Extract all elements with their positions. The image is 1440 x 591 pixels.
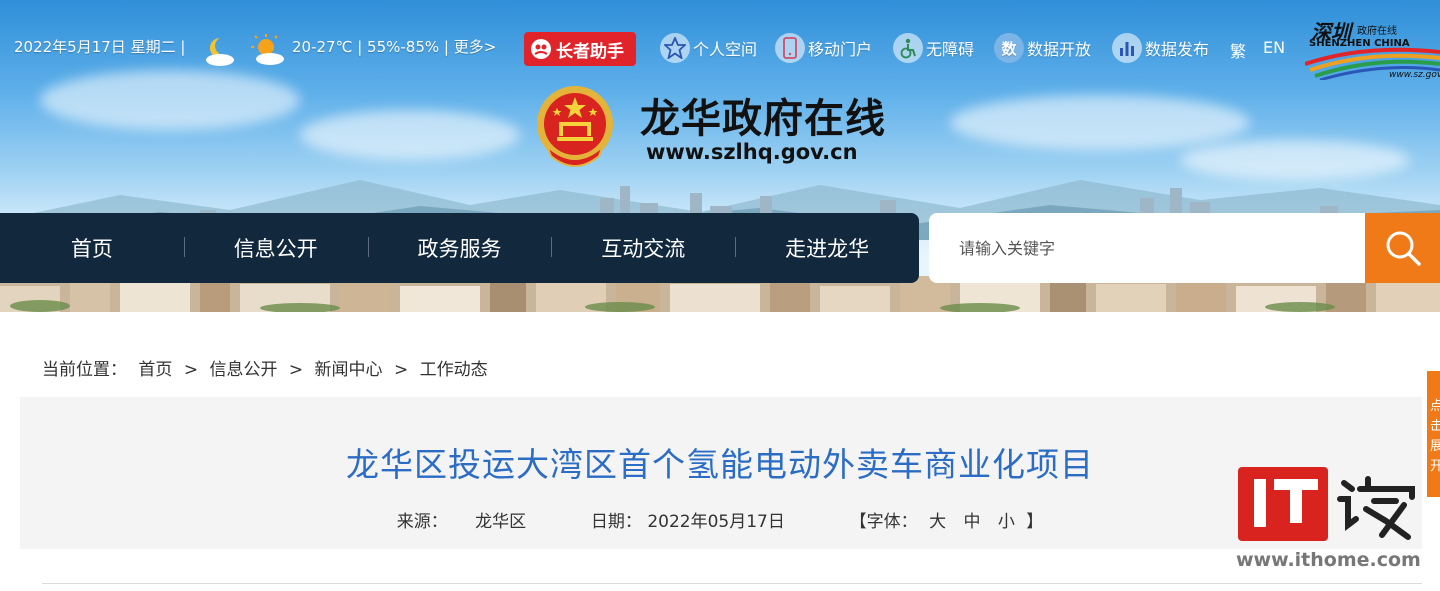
- data-release-icon: [1112, 33, 1142, 63]
- search-icon: [1386, 231, 1421, 266]
- elder-assistant-icon: [531, 39, 551, 59]
- font-size-small-button[interactable]: 小: [998, 512, 1015, 532]
- open-data-link[interactable]: 数 数据开放: [994, 32, 1091, 64]
- shenzhen-government-logo[interactable]: 深圳 政府在线 SHENZHEN CHINA www.sz.gov: [1305, 14, 1440, 84]
- cloud: [950, 95, 1250, 150]
- english-link[interactable]: EN: [1263, 38, 1285, 57]
- mobile-portal-label: 移动门户: [808, 40, 873, 59]
- data-release-link[interactable]: 数据发布: [1112, 32, 1209, 64]
- article-meta: 来源： 龙华区 日期： 2022年05月17日 【字体： 大 中 小 】: [0, 507, 1440, 532]
- personal-space-link[interactable]: 个人空间: [660, 32, 757, 64]
- breadcrumb-separator: >: [288, 360, 304, 380]
- accessibility-label: 无障碍: [926, 40, 975, 59]
- main-navigation: 首页 信息公开 政务服务 互动交流 走进龙华: [0, 213, 919, 283]
- site-title: 龙华政府在线: [640, 96, 886, 142]
- sun-cloud-icon: [251, 34, 284, 65]
- sz-logo-url: www.sz.gov: [1389, 70, 1440, 80]
- elder-assistant-button[interactable]: 长者助手: [524, 32, 636, 66]
- font-size-label: 【字体：: [849, 512, 918, 532]
- elder-assistant-label: 长者助手: [556, 41, 624, 62]
- date-value: 2022年05月17日: [647, 512, 785, 532]
- font-size-medium-button[interactable]: 中: [963, 512, 980, 532]
- nav-item-information-disclosure[interactable]: 信息公开: [183, 233, 368, 263]
- breadcrumb-item-work-updates[interactable]: 工作动态: [420, 360, 488, 380]
- mobile-portal-icon: [775, 33, 805, 63]
- traditional-chinese-link[interactable]: 繁: [1230, 38, 1246, 62]
- search-button[interactable]: [1365, 213, 1440, 283]
- cloud: [40, 70, 300, 130]
- nav-item-interaction[interactable]: 互动交流: [551, 233, 735, 263]
- date-text: 2022年5月17日 星期二 |: [14, 38, 186, 56]
- breadcrumb-item-news-center[interactable]: 新闻中心: [315, 360, 383, 380]
- data-release-label: 数据发布: [1145, 40, 1210, 59]
- source-label: 来源：: [396, 512, 448, 532]
- nav-item-about-longhua[interactable]: 走进龙华: [735, 233, 919, 263]
- breadcrumb: 当前位置： 首页 > 信息公开 > 新闻中心 > 工作动态: [42, 355, 494, 380]
- font-size-close-bracket: 】: [1026, 512, 1044, 532]
- breadcrumb-item-information-disclosure[interactable]: 信息公开: [209, 360, 277, 380]
- source-value: 龙华区: [475, 512, 527, 532]
- font-size-large-button[interactable]: 大: [929, 512, 946, 532]
- mobile-portal-link[interactable]: 移动门户: [775, 32, 872, 64]
- site-url: www.szlhq.gov.cn: [646, 140, 858, 164]
- article-title: 龙华区投运大湾区首个氢能电动外卖车商业化项目: [346, 445, 1094, 484]
- open-data-icon: 数: [994, 33, 1024, 63]
- accessibility-link[interactable]: 无障碍: [893, 32, 974, 64]
- national-emblem-icon: [537, 86, 613, 167]
- nav-item-home[interactable]: 首页: [0, 233, 184, 263]
- accessibility-icon: [893, 33, 923, 63]
- breadcrumb-separator: >: [183, 360, 199, 380]
- moon-cloud-icon: [206, 38, 234, 66]
- search-input[interactable]: [929, 213, 1365, 283]
- personal-space-icon: [660, 33, 690, 63]
- nav-item-government-services[interactable]: 政务服务: [367, 233, 552, 263]
- breadcrumb-separator: >: [393, 360, 409, 380]
- breadcrumb-item-home[interactable]: 首页: [138, 360, 172, 380]
- date-label: 日期：: [590, 512, 642, 532]
- weather-summary-link[interactable]: 20-27℃ | 55%-85% | 更多>: [292, 36, 496, 57]
- open-data-label: 数据开放: [1027, 40, 1092, 59]
- ithome-watermark-url: www.ithome.com: [1236, 549, 1421, 571]
- personal-space-label: 个人空间: [693, 40, 758, 59]
- top-utility-bar: 2022年5月17日 星期二 | 20-27℃ | 55%-85% | 更多> …: [0, 30, 1440, 66]
- side-expand-tab[interactable]: 点击展开: [1427, 371, 1440, 497]
- sz-logo-subtitle: 政府在线: [1357, 26, 1397, 37]
- breadcrumb-prefix: 当前位置：: [42, 360, 127, 380]
- content-divider: [42, 583, 1422, 584]
